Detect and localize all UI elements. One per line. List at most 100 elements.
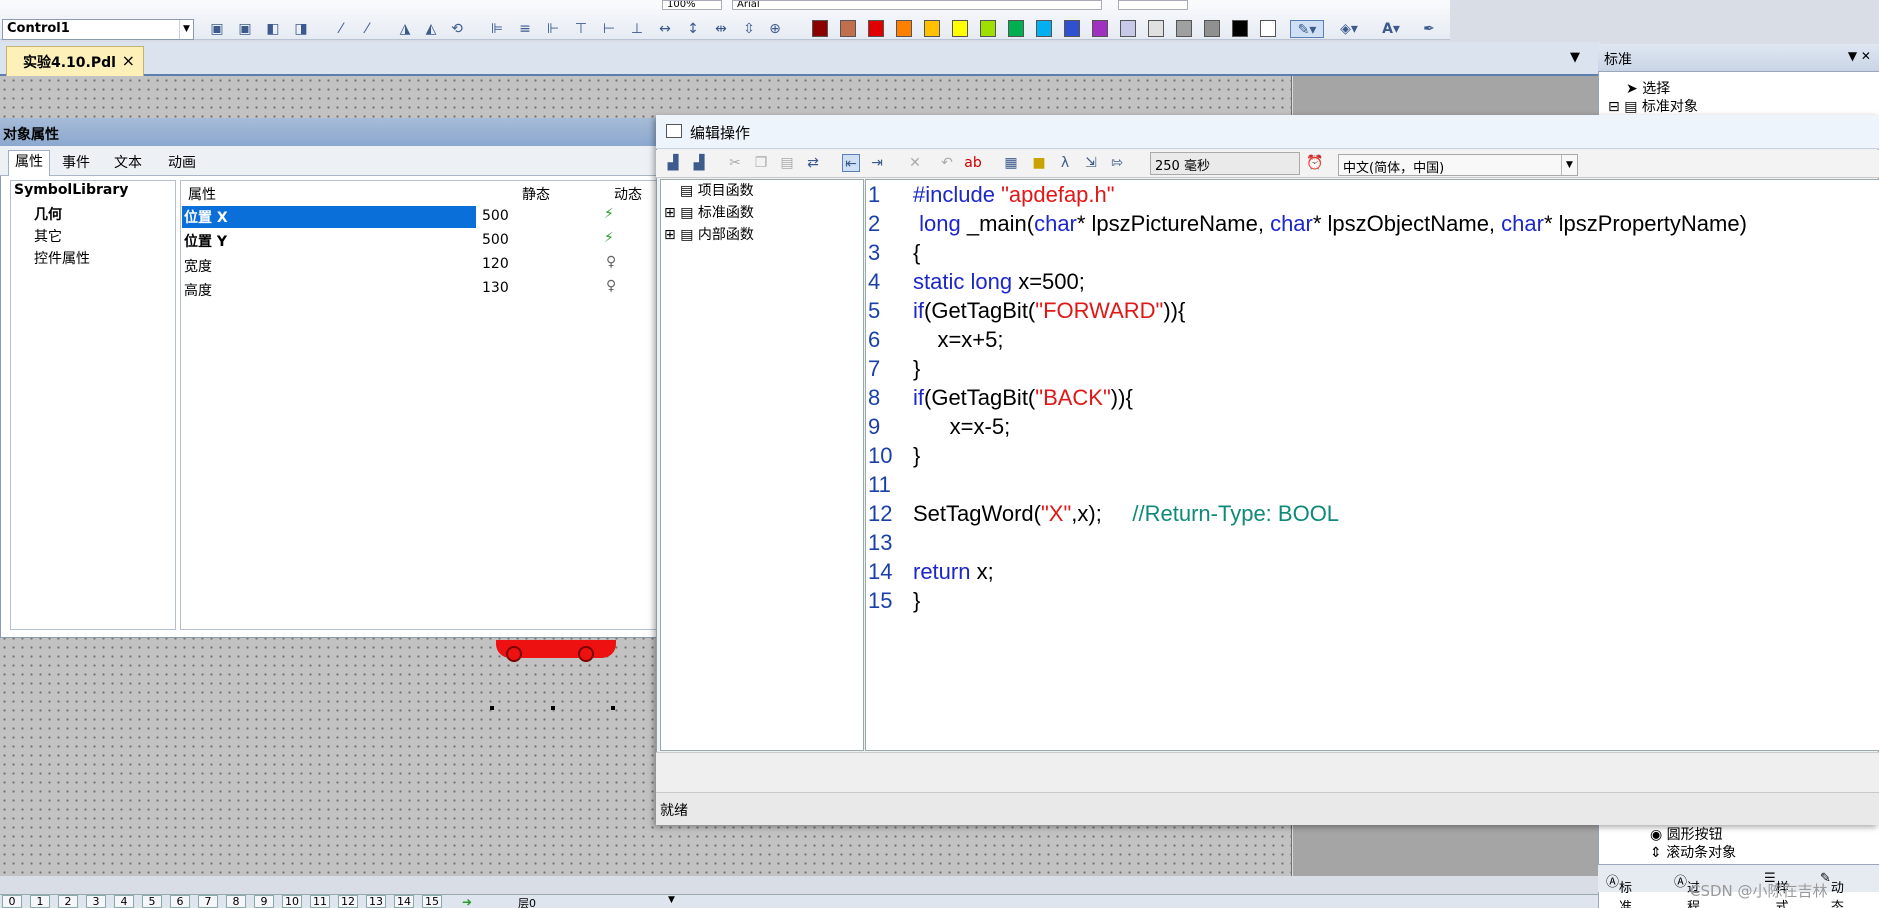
color-swatch[interactable]: [868, 20, 884, 37]
distribute-h-icon[interactable]: ⇹: [712, 20, 730, 38]
undo-icon[interactable]: ↶: [938, 154, 956, 172]
tree-item-standard-objects[interactable]: ⊟ ▤ 标准对象: [1608, 96, 1698, 116]
layer-button[interactable]: 8: [226, 895, 246, 908]
distribute-v-icon[interactable]: ⇳: [740, 20, 758, 38]
chevron-down-icon[interactable]: ▼: [1561, 155, 1577, 175]
same-width-icon[interactable]: ↔: [656, 20, 674, 38]
layer-button[interactable]: 9: [254, 895, 274, 908]
layer-button[interactable]: 11: [310, 895, 330, 908]
code-editor[interactable]: [865, 179, 1879, 751]
color-swatch[interactable]: [1120, 20, 1136, 37]
color-swatch[interactable]: [980, 20, 996, 37]
layer-button[interactable]: 4: [114, 895, 134, 908]
tree-item-geometry[interactable]: 几何: [34, 204, 62, 224]
flip-horizontal-icon[interactable]: ◮: [396, 20, 414, 38]
tree-item-project-functions[interactable]: ▤ 项目函数: [680, 180, 754, 200]
tab-list-chevron-icon[interactable]: ▼: [1570, 50, 1580, 65]
bring-front-icon[interactable]: ◧: [264, 20, 282, 38]
property-name[interactable]: 位置 X: [184, 207, 228, 227]
color-swatch[interactable]: [1092, 20, 1108, 37]
tree-item-round-button[interactable]: ◉ 圆形按钮: [1650, 824, 1723, 844]
color-swatch[interactable]: [1148, 20, 1164, 37]
tree-root-symbol-library[interactable]: SymbolLibrary: [14, 182, 128, 198]
layer-button[interactable]: 6: [170, 895, 190, 908]
paste-icon[interactable]: ▤: [778, 154, 796, 172]
layer-button[interactable]: 5: [142, 895, 162, 908]
fill-color-icon[interactable]: ◈▾: [1334, 20, 1364, 38]
chevron-down-icon[interactable]: ▼: [668, 895, 675, 905]
magic-wand2-icon[interactable]: ⁄: [358, 20, 376, 38]
layer-button[interactable]: 12: [338, 895, 358, 908]
align-center-icon[interactable]: ≡: [516, 20, 534, 38]
expand-icon[interactable]: ⊞: [664, 227, 676, 243]
center-icon[interactable]: ⊕: [766, 20, 784, 38]
layer-arrow-icon[interactable]: ➜: [462, 895, 472, 908]
color-swatch[interactable]: [1232, 20, 1248, 37]
lightning-icon[interactable]: ⚡: [604, 206, 614, 222]
bulb-icon[interactable]: ♀: [606, 254, 616, 270]
document-tab[interactable]: 实验4.10.Pdl ×: [6, 46, 144, 76]
tab-events[interactable]: 事件: [62, 152, 90, 172]
outdent-icon[interactable]: ⇥: [868, 154, 886, 172]
import-icon[interactable]: ⇲: [1082, 154, 1100, 172]
lightning-icon[interactable]: ⚡: [604, 230, 614, 246]
color-swatch[interactable]: [1036, 20, 1052, 37]
color-swatch[interactable]: [840, 20, 856, 37]
layer-button[interactable]: 13: [366, 895, 386, 908]
property-value[interactable]: 130: [482, 280, 509, 296]
property-name[interactable]: 宽度: [184, 256, 212, 276]
group-icon[interactable]: ▣: [208, 20, 226, 38]
font-combobox[interactable]: Arial: [732, 0, 1102, 10]
tab-text[interactable]: 文本: [114, 152, 142, 172]
color-swatch[interactable]: [1064, 20, 1080, 37]
current-layer[interactable]: 层0: [518, 895, 536, 908]
tree-item-control-props[interactable]: 控件属性: [34, 248, 90, 268]
tree-item-misc[interactable]: 其它: [34, 226, 62, 246]
bulb-icon[interactable]: ♀: [606, 278, 616, 294]
align-top-icon[interactable]: ⊤: [572, 20, 590, 38]
clock-icon[interactable]: ⏰: [1306, 154, 1324, 172]
tab-animation[interactable]: 动画: [168, 152, 196, 172]
color-swatch[interactable]: [952, 20, 968, 37]
pane-menu-icon[interactable]: ▼ ✕: [1848, 49, 1871, 63]
layer-button[interactable]: 2: [58, 895, 78, 908]
font-color-icon[interactable]: A▾: [1376, 20, 1406, 38]
object-icon[interactable]: ■: [1030, 154, 1048, 172]
color-swatch[interactable]: [812, 20, 828, 37]
send-back-icon[interactable]: ◨: [292, 20, 310, 38]
align-left-icon[interactable]: ⊫: [488, 20, 506, 38]
tab-standard[interactable]: Ⓐ 标准: [1606, 871, 1632, 908]
align-middle-icon[interactable]: ⊢: [600, 20, 618, 38]
export-icon[interactable]: ⇰: [1108, 154, 1126, 172]
magic-wand-icon[interactable]: ⁄: [332, 20, 350, 38]
copy-icon[interactable]: ❐: [752, 154, 770, 172]
align-right-icon[interactable]: ⊩: [544, 20, 562, 38]
line-color-icon[interactable]: ✎▾: [1290, 20, 1324, 38]
align-bottom-icon[interactable]: ⊥: [628, 20, 646, 38]
object-selector[interactable]: Control1 ▼: [2, 19, 194, 40]
font-size-combobox[interactable]: [1118, 0, 1188, 10]
color-swatch[interactable]: [1204, 20, 1220, 37]
property-value[interactable]: 120: [482, 256, 509, 272]
expand-icon[interactable]: ⊞: [664, 205, 676, 221]
layer-button[interactable]: 3: [86, 895, 106, 908]
property-value[interactable]: 500: [482, 232, 509, 248]
ungroup-icon[interactable]: ▣: [236, 20, 254, 38]
layer-button[interactable]: 7: [198, 895, 218, 908]
indent-icon[interactable]: ⇤: [842, 154, 860, 172]
color-swatch[interactable]: [1176, 20, 1192, 37]
compile-all-icon[interactable]: ▟: [690, 154, 708, 172]
color-swatch[interactable]: [1260, 20, 1276, 37]
zoom-combobox[interactable]: 100%: [662, 0, 722, 10]
format-icon[interactable]: ⇄: [804, 154, 822, 172]
property-name[interactable]: 位置 Y: [184, 231, 227, 251]
delete-icon[interactable]: ✕: [906, 154, 924, 172]
tree-item-select[interactable]: ➤ 选择: [1626, 78, 1670, 98]
collapse-icon[interactable]: ⊟: [1608, 99, 1620, 115]
rotate-icon[interactable]: ⟲: [448, 20, 466, 38]
color-swatch[interactable]: [1008, 20, 1024, 37]
find-replace-icon[interactable]: ab: [964, 154, 982, 172]
property-value[interactable]: 500: [482, 208, 509, 224]
layer-button[interactable]: 0: [2, 895, 22, 908]
tree-item-standard-functions[interactable]: ⊞ ▤ 标准函数: [664, 202, 754, 222]
